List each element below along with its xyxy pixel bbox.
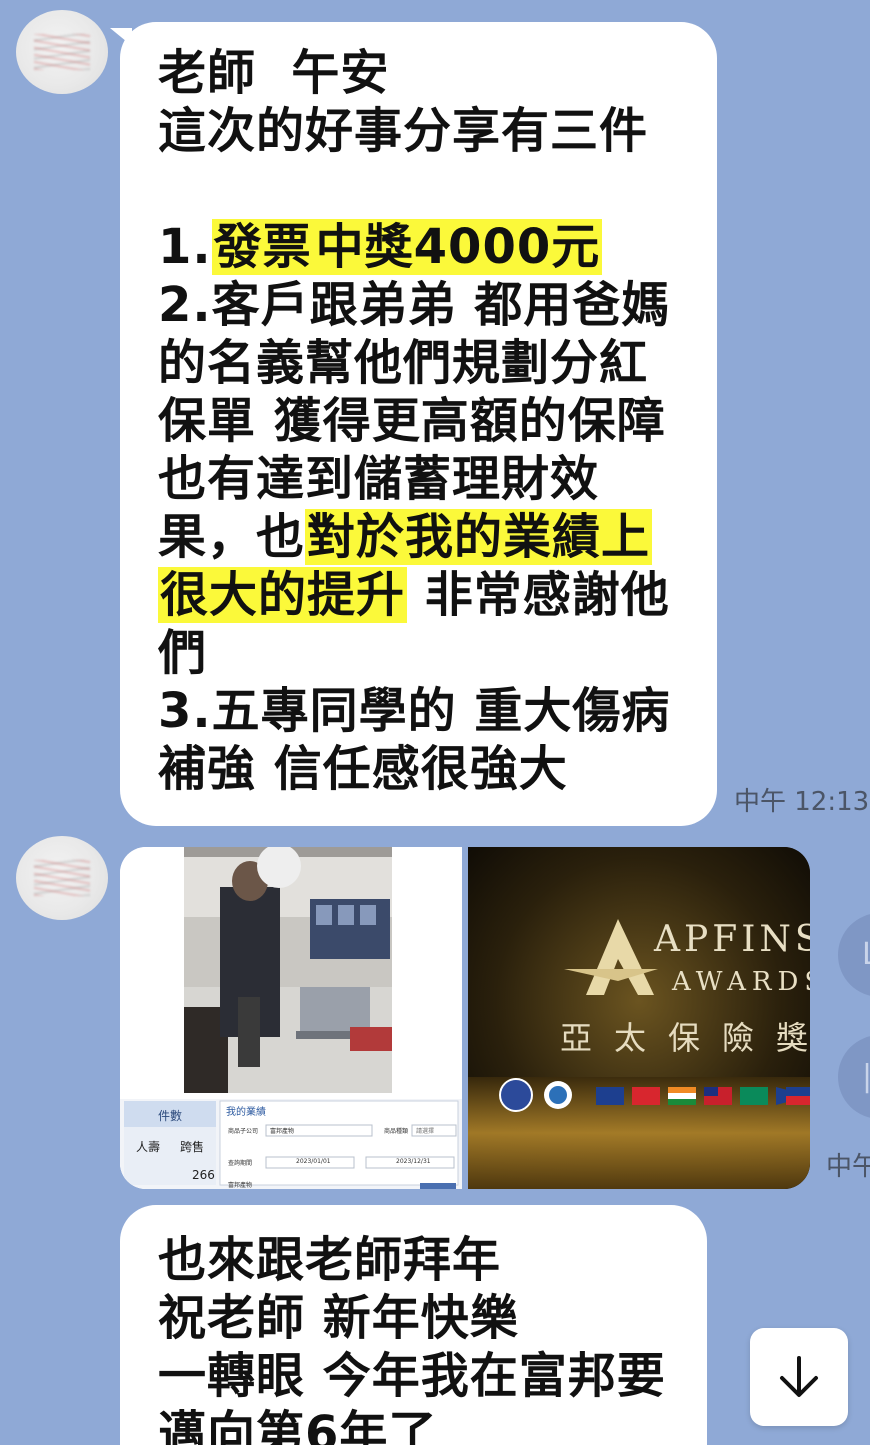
message-line: 也有達到儲蓄理財效 (158, 450, 717, 508)
message-text: 補強 信任感很強大 (158, 741, 568, 797)
arrow-down-icon (780, 1356, 818, 1397)
message-line: 很大的提升 非常感謝他 (158, 566, 717, 624)
date-from: 2023/01/01 (296, 1158, 331, 1165)
message-time-2: 中午 (826, 1152, 870, 1182)
message-bubble-3[interactable]: 也來跟老師拜年 祝老師 新年快樂 一轉眼 今年我在富邦要 邁向第6年了 (120, 1205, 707, 1445)
field-label-type: 商品種類 (384, 1128, 409, 1135)
message-text: 果，也 (158, 509, 306, 565)
message-text: 邁向第6年了 (158, 1406, 438, 1445)
photo-award-banner[interactable]: APFINSA AWARDS 亞太保險獎 (468, 847, 810, 1189)
message-text: 非常感謝他 (407, 567, 670, 623)
message-line: 的名義幫他們規劃分紅 (158, 334, 717, 392)
highlighted-text: 發票 (211, 219, 314, 275)
save-icon: |[ (862, 1059, 870, 1094)
message-line: 祝老師 新年快樂 (158, 1289, 707, 1347)
office-photo (120, 847, 462, 1189)
message-line: 一轉眼 今年我在富邦要 (158, 1347, 707, 1405)
message-text: 一轉眼 今年我在富邦要 (158, 1348, 666, 1404)
message-text: 老師 午安 (158, 45, 390, 101)
avatar-image (34, 860, 90, 896)
message-line: 邁向第6年了 (158, 1405, 707, 1445)
award-sub: AWARDS (672, 967, 810, 997)
message-text: 也來跟老師拜年 (158, 1232, 502, 1288)
field-select-company: 富邦產物 (270, 1128, 295, 1135)
message-text: 這次的好事分享有三件 (158, 103, 649, 159)
share-button[interactable]: L (838, 913, 870, 997)
panel-title: 我的業績 (226, 1107, 266, 1118)
message-line: 2.客戶跟弟弟 都用爸媽 (158, 276, 717, 334)
message-text: 們 (158, 625, 208, 681)
sender-avatar[interactable] (16, 836, 108, 920)
field-label-product: 富邦產物 (228, 1182, 253, 1189)
sender-avatar[interactable] (16, 10, 108, 94)
message-text (158, 161, 176, 217)
table-header: 件數 (158, 1109, 183, 1123)
message-line: 保單 獲得更高額的保障 (158, 392, 717, 450)
award-chinese: 亞太保險獎 (560, 1019, 810, 1057)
table-col-life: 人壽 (136, 1140, 161, 1154)
message-text: 的名義幫他們規劃分紅 (158, 335, 649, 391)
message-line: 也來跟老師拜年 (158, 1231, 707, 1289)
date-to: 2023/12/31 (396, 1158, 431, 1165)
share-icon: L (862, 937, 870, 972)
message-bubble-1[interactable]: 老師 午安 這次的好事分享有三件 1.發票中獎4000元 2.客戶跟弟弟 都用爸媽的… (120, 22, 717, 826)
message-text: 2.客戶跟弟弟 都用爸媽 (158, 277, 671, 333)
highlighted-text: 中獎4000元 (313, 219, 603, 275)
message-line: 果，也對於我的業績上 (158, 508, 717, 566)
message-line: 老師 午安 (158, 44, 717, 102)
table-col-cross: 跨售 (180, 1140, 205, 1154)
message-line: 3.五專同學的 重大傷病 (158, 682, 717, 740)
message-text: 也有達到儲蓄理財效 (158, 451, 600, 507)
highlighted-text: 對於我的業績上 (305, 509, 653, 565)
message-line: 1.發票中獎4000元 (158, 218, 717, 276)
avatar-image (34, 34, 90, 70)
message-line (158, 160, 717, 218)
photo-office-report[interactable]: 件數 人壽 跨售 266 我的業績 商品子公司 富邦產物 商品種類 請選擇 查詢… (120, 847, 462, 1189)
message-text: 祝老師 新年快樂 (158, 1290, 519, 1346)
message-text: 3.五專同學的 重大傷病 (158, 683, 671, 739)
message-text: 1. (158, 219, 212, 275)
message-line: 們 (158, 624, 717, 682)
save-button[interactable]: |[ (838, 1035, 870, 1119)
field-value-type: 請選擇 (416, 1128, 435, 1135)
message-text: 保單 獲得更高額的保障 (158, 393, 666, 449)
award-brand: APFINSA (654, 919, 810, 960)
message-line: 這次的好事分享有三件 (158, 102, 717, 160)
field-label-period: 查詢期間 (228, 1160, 253, 1167)
message-line: 補強 信任感很強大 (158, 740, 717, 798)
highlighted-text: 很大的提升 (158, 567, 408, 623)
message-time-1: 中午 12:13 (734, 787, 870, 817)
table-value: 266 (192, 1168, 215, 1182)
field-label-company: 商品子公司 (228, 1128, 259, 1135)
scroll-to-bottom-button[interactable] (750, 1328, 848, 1426)
